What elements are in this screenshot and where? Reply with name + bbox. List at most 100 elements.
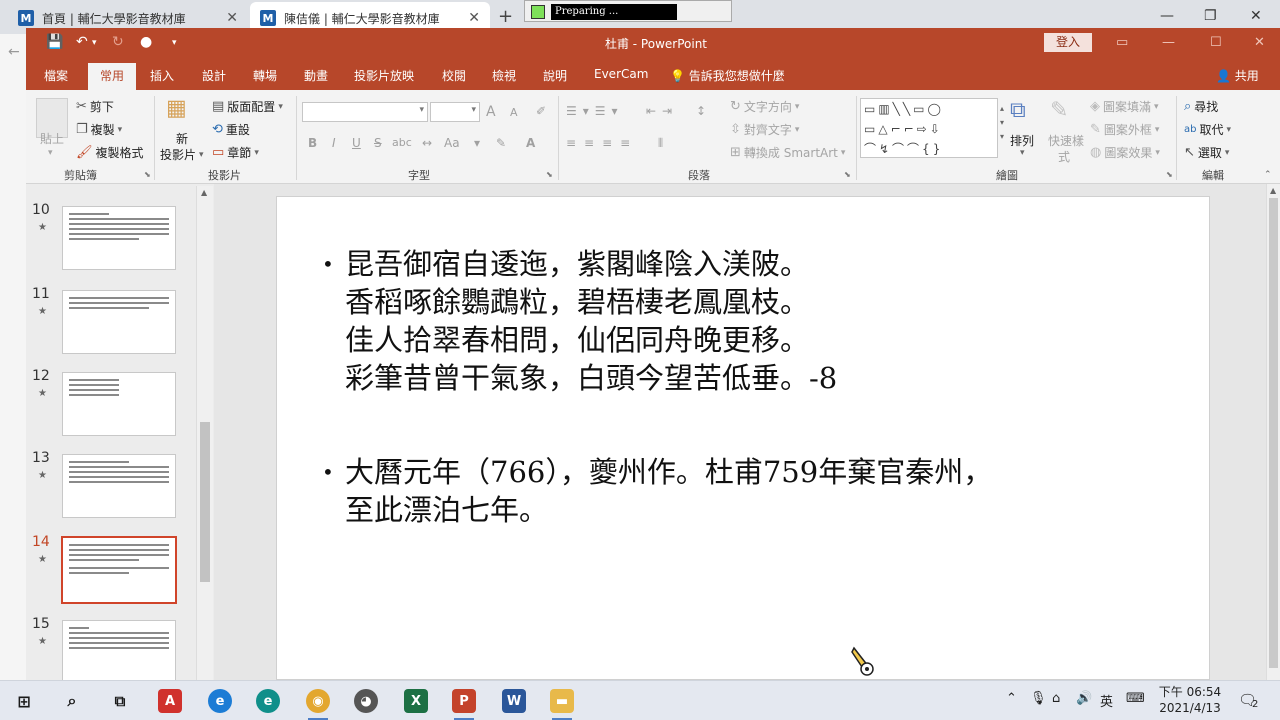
find-button[interactable]: ⌕ 尋找 bbox=[1184, 98, 1218, 115]
tab-animations[interactable]: 動畫 bbox=[304, 67, 328, 84]
slide-scrollbar[interactable]: ▲ bbox=[1266, 184, 1280, 680]
close-window-icon[interactable]: ✕ bbox=[1250, 8, 1262, 24]
start-slideshow-icon[interactable]: ● bbox=[140, 34, 152, 50]
ribbon-display-icon[interactable]: ▭ bbox=[1116, 35, 1128, 50]
slide-thumbnail[interactable] bbox=[62, 454, 176, 518]
tab-home[interactable]: 常用 bbox=[88, 63, 137, 92]
tab-transitions[interactable]: 轉場 bbox=[253, 67, 277, 84]
task-view-icon[interactable]: ⧉ bbox=[108, 689, 132, 713]
slide-thumbnail[interactable] bbox=[62, 290, 176, 354]
clock[interactable]: 下午 06:54 2021/4/13 bbox=[1152, 684, 1228, 716]
windows-start-icon[interactable]: ⊞ bbox=[12, 689, 36, 713]
new-tab-button[interactable]: + bbox=[498, 6, 513, 27]
font-size-combo[interactable]: ▾ bbox=[430, 102, 480, 122]
select-button[interactable]: ↖ 選取 ▾ bbox=[1184, 144, 1229, 161]
ime-indicator[interactable]: 英 bbox=[1100, 691, 1113, 710]
replace-button[interactable]: ab 取代 ▾ bbox=[1184, 121, 1231, 138]
slide-thumbnail-active[interactable] bbox=[61, 536, 177, 604]
tab-insert[interactable]: 插入 bbox=[150, 67, 174, 84]
chrome-icon[interactable]: ◉ bbox=[306, 689, 330, 720]
scroll-up-icon[interactable]: ▲ bbox=[201, 188, 207, 197]
slide-thumbnail[interactable] bbox=[62, 620, 176, 682]
thumbnails-scrollbar[interactable]: ▲ bbox=[196, 186, 213, 680]
tab-evercam[interactable]: EverCam bbox=[594, 67, 648, 81]
align-text-label: 對齊文字 bbox=[743, 123, 792, 137]
login-button[interactable]: 登入 bbox=[1044, 33, 1092, 52]
note-line: 至此漂泊七年。 bbox=[345, 493, 549, 527]
excel-icon[interactable]: X bbox=[404, 689, 428, 713]
gallery-scroll-icons[interactable]: ▴ ▾ ▾ bbox=[1000, 102, 1004, 144]
microphone-icon[interactable]: 🎙 bbox=[1030, 691, 1047, 706]
panda-app-icon[interactable]: ◕ bbox=[354, 689, 378, 713]
arrange-icon: ⧉ bbox=[1010, 98, 1026, 123]
slide-thumbnail[interactable] bbox=[62, 206, 176, 270]
cut-button[interactable]: ✂ 剪下 bbox=[76, 98, 114, 115]
scroll-up-icon[interactable]: ▲ bbox=[1270, 186, 1276, 195]
section-label: 章節 bbox=[227, 146, 252, 160]
group-label-slides: 投影片 bbox=[208, 169, 241, 182]
scrollbar-thumb[interactable] bbox=[1269, 198, 1278, 668]
volume-icon[interactable]: 🔊 bbox=[1076, 691, 1092, 706]
close-icon[interactable]: ✕ bbox=[468, 10, 480, 26]
scrollbar-thumb[interactable] bbox=[200, 422, 210, 582]
ie-icon[interactable]: e bbox=[208, 689, 232, 713]
scissors-icon: ✂ bbox=[76, 99, 87, 114]
search-icon[interactable]: ⌕ bbox=[60, 689, 84, 713]
reset-icon: ⟲ bbox=[212, 122, 223, 137]
layout-button[interactable]: ▤ 版面配置 ▾ bbox=[212, 98, 283, 115]
align-text-icon: ⇳ bbox=[730, 122, 741, 137]
shapes-gallery[interactable]: ▭▥╲╲▭◯ ▭△⌐⌐⇨⇩ ⌒↯⌒⌒{} bbox=[860, 98, 998, 158]
tray-expand-icon[interactable]: ⌃ bbox=[1006, 691, 1017, 706]
reset-button[interactable]: ⟲ 重設 bbox=[212, 121, 250, 138]
slide-number-active: 14 bbox=[32, 534, 50, 550]
font-name-combo[interactable]: ▾ bbox=[302, 102, 428, 122]
slide-thumbnail[interactable] bbox=[62, 372, 176, 436]
collapse-ribbon-icon[interactable]: ⌃ bbox=[1264, 170, 1272, 180]
tell-me-search[interactable]: 💡 告訴我您想做什麼 bbox=[670, 67, 785, 84]
maximize-icon[interactable]: ☐ bbox=[1210, 35, 1222, 50]
edge-icon[interactable]: e bbox=[256, 689, 280, 713]
chevron-down-icon[interactable]: ▾ bbox=[1020, 148, 1025, 158]
new-slide-button-label[interactable]: 投影片 ▾ bbox=[160, 146, 204, 163]
tab-file[interactable]: 檔案 bbox=[44, 67, 68, 84]
minimize-icon[interactable]: — bbox=[1162, 35, 1175, 50]
close-icon[interactable]: ✕ bbox=[226, 10, 238, 26]
bullet-dot: • bbox=[322, 252, 334, 276]
undo-dropdown-icon[interactable]: ▾ bbox=[92, 38, 97, 48]
acrobat-icon[interactable]: A bbox=[158, 689, 182, 713]
network-icon[interactable]: ⌂ bbox=[1052, 691, 1060, 706]
section-button[interactable]: ▭ 章節 ▾ bbox=[212, 144, 259, 161]
tab-design[interactable]: 設計 bbox=[202, 67, 226, 84]
underline-button: U bbox=[352, 136, 361, 150]
slide-canvas[interactable]: • 昆吾御宿自逶迤，紫閣峰陰入渼陂。 香稻啄餘鸚鵡粒，碧梧棲老鳳凰枝。 佳人拾翠… bbox=[276, 196, 1210, 680]
powerpoint-icon[interactable]: P bbox=[452, 689, 476, 720]
format-painter-button[interactable]: 🖌 複製格式 bbox=[76, 144, 144, 161]
search-icon: ⌕ bbox=[1184, 99, 1192, 114]
close-icon[interactable]: ✕ bbox=[1254, 35, 1265, 50]
new-slide-button[interactable]: 新 bbox=[176, 130, 188, 147]
dialog-launcher-icon[interactable]: ⬊ bbox=[144, 170, 151, 179]
save-icon[interactable]: 💾 bbox=[46, 34, 63, 50]
word-icon[interactable]: W bbox=[502, 689, 526, 713]
undo-icon[interactable]: ↶ bbox=[76, 34, 88, 50]
share-button[interactable]: 👤 共用 bbox=[1216, 67, 1259, 84]
bullets-icon: ☰▾☰▾ bbox=[566, 104, 624, 118]
tab-view[interactable]: 檢視 bbox=[492, 67, 516, 84]
dialog-launcher-icon[interactable]: ⬊ bbox=[546, 170, 553, 179]
char-spacing-button: abc bbox=[392, 136, 412, 149]
customize-qat-icon[interactable]: ▾ bbox=[172, 38, 177, 48]
back-arrow-icon[interactable]: ← bbox=[8, 44, 20, 60]
minimize-icon[interactable]: — bbox=[1160, 8, 1174, 24]
tab-slideshow[interactable]: 投影片放映 bbox=[354, 67, 414, 84]
redo-icon: ↻ bbox=[112, 34, 124, 50]
copy-button[interactable]: ❐ 複製 ▾ bbox=[76, 121, 122, 138]
keyboard-icon[interactable]: ⌨ bbox=[1126, 691, 1145, 706]
dialog-launcher-icon[interactable]: ⬊ bbox=[1166, 170, 1173, 179]
arrange-button[interactable]: 排列 bbox=[1010, 132, 1034, 149]
tab-help[interactable]: 說明 bbox=[543, 67, 567, 84]
dialog-launcher-icon[interactable]: ⬊ bbox=[844, 170, 851, 179]
chevron-down-icon: ▾ bbox=[1154, 101, 1159, 112]
tab-review[interactable]: 校閱 bbox=[442, 67, 466, 84]
restore-icon[interactable]: ❐ bbox=[1204, 8, 1217, 24]
file-explorer-icon[interactable]: ▬ bbox=[550, 689, 574, 720]
